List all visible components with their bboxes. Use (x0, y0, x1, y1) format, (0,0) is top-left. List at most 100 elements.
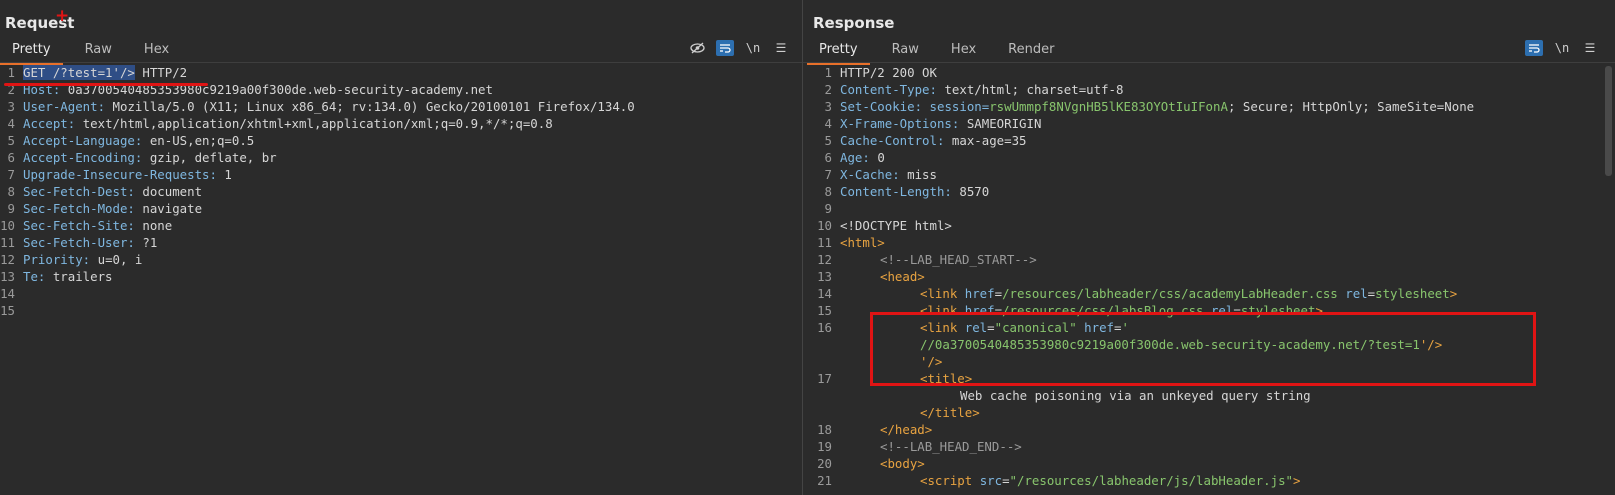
header-key: Content-Type: (840, 82, 945, 97)
header-value: Mozilla/5.0 (X11; Linux x86_64; rv:134.0… (112, 99, 635, 114)
line-text: HTTP/2 (134, 65, 188, 80)
header-key: Age: (840, 150, 878, 165)
line-number: 13 (0, 269, 15, 284)
tab-response-raw[interactable]: Raw (880, 40, 931, 62)
code-line: 14 (0, 285, 802, 302)
attr-value: /resources/labheader/css/academyLabHeade… (1002, 286, 1338, 301)
line-number: 16 (817, 320, 832, 335)
code-line: 19 <!--LAB_HEAD_END--> (803, 438, 1615, 455)
response-editor[interactable]: 1 HTTP/2 200 OK 2 Content-Type: text/html;… (803, 64, 1615, 495)
line-number: 11 (817, 235, 832, 250)
code-line: 10 <!DOCTYPE html> (803, 217, 1615, 234)
header-key: Cache-Control: (840, 133, 952, 148)
line-number: 19 (817, 439, 832, 454)
header-value: gzip, deflate, br (149, 150, 277, 165)
wrap-icon[interactable] (1525, 40, 1543, 56)
header-value: trailers (52, 269, 113, 284)
header-value: u=0, i (97, 252, 143, 267)
header-value: ; Secure; HttpOnly; SameSite=None (1227, 99, 1475, 114)
header-key: Priority: (23, 252, 98, 267)
response-pane: Response Pretty Raw Hex Render \n ☰ 1 HTT… (803, 0, 1615, 495)
title-text: Web cache poisoning via an unkeyed query… (960, 388, 1311, 403)
response-tabs: Pretty Raw Hex Render (807, 40, 1066, 65)
code-line: 5 Cache-Control: max-age=35 (803, 132, 1615, 149)
header-value: en-US,en;q=0.5 (149, 133, 255, 148)
code-line: 15 (0, 302, 802, 319)
code-line-wrapped: </title> (920, 405, 980, 420)
code-line: 13 <head> (803, 268, 1615, 285)
newline-icon[interactable]: \n (1553, 40, 1571, 56)
request-tabs: Pretty Raw Hex (0, 40, 181, 65)
line-number: 4 (824, 116, 832, 131)
code-line: 1 GET /?test=1'/> HTTP/2 (0, 64, 802, 81)
code-line: 20 <body> (803, 455, 1615, 472)
eye-hidden-icon[interactable] (688, 40, 706, 56)
code-line: 9 Sec-Fetch-Mode: navigate (0, 200, 802, 217)
line-number: 1 (7, 65, 15, 80)
header-key: Sec-Fetch-Dest: (23, 184, 143, 199)
tab-response-hex[interactable]: Hex (939, 40, 988, 62)
code-line: 18 </head> (803, 421, 1615, 438)
body-tag: <body> (880, 456, 925, 471)
header-key: Sec-Fetch-Site: (23, 218, 143, 233)
tab-request-raw[interactable]: Raw (73, 40, 124, 62)
menu-icon[interactable]: ☰ (772, 40, 790, 56)
line-number: 20 (817, 456, 832, 471)
header-value: 1 (224, 167, 232, 182)
code-line: 10 Sec-Fetch-Site: none (0, 217, 802, 234)
request-editor[interactable]: 1 GET /?test=1'/> HTTP/2 2 Host: 0a3700540… (0, 64, 802, 495)
doctype: <!DOCTYPE html> (840, 218, 952, 233)
line-number: 6 (824, 150, 832, 165)
line-number: 9 (7, 201, 15, 216)
request-pane: Request + Pretty Raw Hex \n ☰ 1 GET /?tes… (0, 0, 802, 495)
header-value: none (142, 218, 173, 233)
header-key: Upgrade-Insecure-Requests: (23, 167, 225, 182)
tab-request-hex[interactable]: Hex (132, 40, 181, 62)
code-line: 8 Sec-Fetch-Dest: document (0, 183, 802, 200)
line-number: 6 (7, 150, 15, 165)
header-value: document (142, 184, 203, 199)
tab-request-pretty[interactable]: Pretty (0, 40, 63, 65)
line-number: 10 (0, 218, 15, 233)
line-number: 4 (7, 116, 15, 131)
attr-value: "/resources/labheader/js/labHeader.js" (1009, 473, 1294, 488)
response-tab-separator (803, 62, 1615, 63)
header-key: Sec-Fetch-Mode: (23, 201, 143, 216)
line-number: 18 (817, 422, 832, 437)
header-value: 0 (877, 150, 885, 165)
line-number: 8 (7, 184, 15, 199)
line-number: 17 (817, 371, 832, 386)
tab-response-pretty[interactable]: Pretty (807, 40, 870, 65)
status-line: HTTP/2 200 OK (840, 65, 937, 80)
code-line: 6 Age: 0 (803, 149, 1615, 166)
code-line: 12 Priority: u=0, i (0, 251, 802, 268)
line-number: 13 (817, 269, 832, 284)
header-value: max-age=35 (951, 133, 1027, 148)
header-key: Te: (23, 269, 53, 284)
code-line: 9 (803, 200, 1615, 217)
header-key: X-Frame-Options: (840, 116, 967, 131)
wrap-icon[interactable] (716, 40, 734, 56)
tab-response-render[interactable]: Render (996, 40, 1066, 62)
response-scrollbar[interactable] (1605, 66, 1612, 176)
header-value: miss (907, 167, 937, 182)
header-key: Content-Length: (840, 184, 960, 199)
line-number: 15 (817, 303, 832, 318)
request-toolbar: \n ☰ (688, 40, 790, 56)
html-tag: <html> (840, 235, 885, 250)
code-line: 13 Te: trailers (0, 268, 802, 285)
code-line: 2 Content-Type: text/html; charset=utf-8 (803, 81, 1615, 98)
header-key: User-Agent: (23, 99, 113, 114)
line-number: 3 (824, 99, 832, 114)
header-value: 8570 (959, 184, 990, 199)
header-key: X-Cache: (840, 167, 908, 182)
code-line: 7 X-Cache: miss (803, 166, 1615, 183)
cookie-value: rswUmmpf8NVgnHB5lKE83OYOtIuIFonA (989, 99, 1228, 114)
line-number: 15 (0, 303, 15, 318)
newline-icon[interactable]: \n (744, 40, 762, 56)
line-number: 14 (817, 286, 832, 301)
menu-icon[interactable]: ☰ (1581, 40, 1599, 56)
code-line: 3 Set-Cookie: session=rswUmmpf8NVgnHB5lKE… (803, 98, 1615, 115)
code-line: 8 Content-Length: 8570 (803, 183, 1615, 200)
request-tab-separator (0, 62, 802, 63)
